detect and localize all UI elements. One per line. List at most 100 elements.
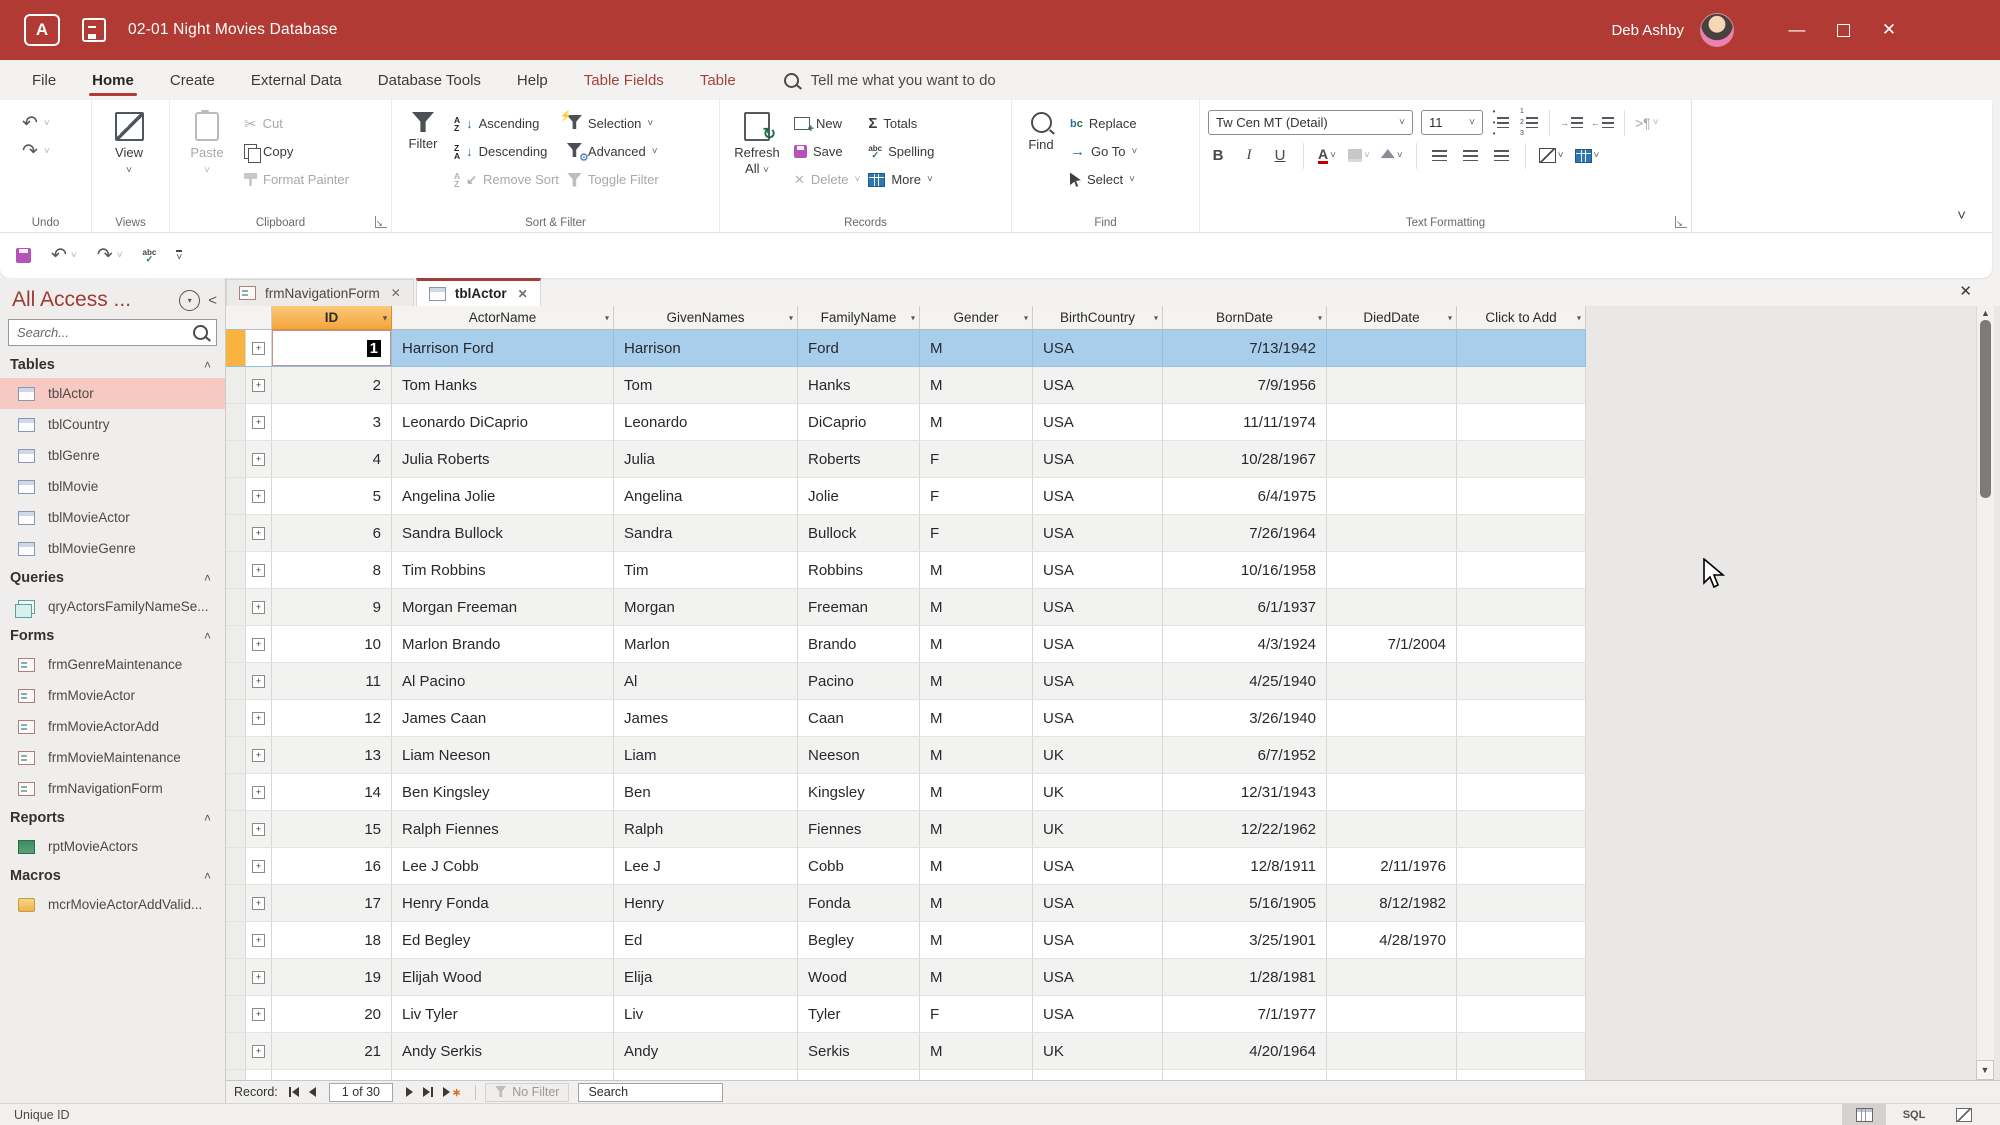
record-selector[interactable] [226,922,246,958]
cell-GivenNames[interactable]: Morgan [614,589,798,625]
cell-DiedDate[interactable] [1327,589,1457,625]
gridlines-button[interactable]: ˅ [1539,145,1564,167]
cell-DiedDate[interactable] [1327,959,1457,995]
scroll-up-icon[interactable]: ▲ [1977,308,1994,318]
cell-ID[interactable]: 20 [272,996,392,1032]
sidebar-item-frmGenreMaintenance[interactable]: frmGenreMaintenance [0,649,225,680]
record-selector[interactable] [226,885,246,921]
table-row[interactable]: +19Elijah WoodElijaWoodMUSA1/28/1981 [226,959,1586,996]
expand-record-cell[interactable]: + [246,811,272,847]
expand-record-cell[interactable]: + [246,552,272,588]
cell-ID[interactable]: 18 [272,922,392,958]
expand-record-icon[interactable]: + [252,675,265,688]
cell-Gender[interactable]: M [920,848,1033,884]
cell-BirthCountry[interactable]: UK [1033,774,1163,810]
cell-ID[interactable]: 12 [272,700,392,736]
cell-BornDate[interactable]: 7/1/1977 [1163,996,1327,1032]
qat-customize-button[interactable]: ˅ [176,250,182,262]
cell-ActorName[interactable]: Ben Kingsley [392,774,614,810]
cell-BornDate[interactable]: 10/28/1967 [1163,441,1327,477]
cell-ID[interactable]: 21 [272,1033,392,1069]
cell-BirthCountry[interactable]: USA [1033,441,1163,477]
cell-Click-to-Add[interactable] [1457,774,1586,810]
column-dropdown-icon[interactable]: ▾ [605,313,609,322]
cell-BornDate[interactable]: 1/28/1981 [1163,959,1327,995]
cell-BirthCountry[interactable]: UK [1033,737,1163,773]
cell-BirthCountry[interactable]: USA [1033,959,1163,995]
tab-file[interactable]: File [14,60,74,100]
cell-BirthCountry[interactable]: USA [1033,996,1163,1032]
cell-Gender[interactable]: M [920,626,1033,662]
cell-ID[interactable]: 17 [272,885,392,921]
sidebar-item-frmMovieMaintenance[interactable]: frmMovieMaintenance [0,742,225,773]
cell-BirthCountry[interactable]: USA [1033,922,1163,958]
expand-record-cell[interactable]: + [246,515,272,551]
expand-record-icon[interactable]: + [252,823,265,836]
titlebar-save-icon[interactable] [82,18,106,42]
cut-button[interactable]: ✂Cut [244,110,349,137]
cell-ActorName[interactable]: Viggo Mortensen [392,1070,614,1080]
cell-ID[interactable]: 14 [272,774,392,810]
sidebar-item-qryActorsFamilyNameSe[interactable]: qryActorsFamilyNameSe... [0,591,225,622]
cell-BornDate[interactable]: 4/25/1940 [1163,663,1327,699]
previous-record-button[interactable] [304,1087,321,1097]
expand-record-icon[interactable]: + [252,416,265,429]
expand-record-icon[interactable]: + [252,342,265,355]
column-header-FamilyName[interactable]: FamilyName▾ [798,306,920,330]
cell-Click-to-Add[interactable] [1457,663,1586,699]
cell-ActorName[interactable]: Liv Tyler [392,996,614,1032]
expand-record-cell[interactable]: + [246,589,272,625]
totals-button[interactable]: ΣTotals [868,110,934,137]
table-row[interactable]: +17Henry FondaHenryFondaMUSA5/16/19058/1… [226,885,1586,922]
table-row[interactable]: +20Liv TylerLivTylerFUSA7/1/1977 [226,996,1586,1033]
expand-record-cell[interactable]: + [246,626,272,662]
cell-Click-to-Add[interactable] [1457,367,1586,403]
record-selector[interactable] [226,1070,246,1080]
record-selector[interactable] [226,737,246,773]
cell-FamilyName[interactable]: Tyler [798,996,920,1032]
cell-Click-to-Add[interactable] [1457,626,1586,662]
column-header-Gender[interactable]: Gender▾ [920,306,1033,330]
bullets-button[interactable]: ••• [1491,112,1511,134]
cell-GivenNames[interactable]: Leonardo [614,404,798,440]
cell-BirthCountry[interactable]: USA [1033,404,1163,440]
cell-ActorName[interactable]: Henry Fonda [392,885,614,921]
doc-tab-frmNavigationForm[interactable]: frmNavigationForm✕ [226,279,414,306]
view-button[interactable]: View ˅ [100,106,158,178]
record-selector[interactable] [226,552,246,588]
column-dropdown-icon[interactable]: ▾ [911,313,915,322]
cell-ActorName[interactable]: Harrison Ford [392,330,614,366]
cell-BirthCountry[interactable]: USA [1033,1070,1163,1080]
expand-record-cell[interactable]: + [246,737,272,773]
cell-BornDate[interactable]: 12/8/1911 [1163,848,1327,884]
find-button[interactable]: Find [1020,106,1062,153]
sidebar-item-tblGenre[interactable]: tblGenre [0,440,225,471]
expand-record-cell[interactable]: + [246,663,272,699]
text-formatting-dialog-launcher[interactable]: ↘ [1675,216,1687,228]
record-selector[interactable] [226,589,246,625]
cell-GivenNames[interactable]: Sandra [614,515,798,551]
paste-button[interactable]: Paste ˅ [178,106,236,178]
sidebar-item-rptMovieActors[interactable]: rptMovieActors [0,831,225,862]
font-name-select[interactable]: Tw Cen MT (Detail)˅ [1208,110,1413,135]
last-record-button[interactable] [418,1087,438,1097]
cell-GivenNames[interactable]: Liv [614,996,798,1032]
sidebar-item-frmMovieActorAdd[interactable]: frmMovieActorAdd [0,711,225,742]
expand-record-icon[interactable]: + [252,749,265,762]
cell-DiedDate[interactable]: 8/12/1982 [1327,885,1457,921]
cell-BornDate[interactable]: 6/4/1975 [1163,478,1327,514]
cell-Click-to-Add[interactable] [1457,1070,1586,1080]
avatar[interactable] [1700,13,1734,47]
cell-Gender[interactable]: F [920,515,1033,551]
vertical-scrollbar[interactable]: ▲ ▼ [1976,306,1994,1080]
column-header-ActorName[interactable]: ActorName▾ [392,306,614,330]
cell-GivenNames[interactable]: Harrison [614,330,798,366]
expand-record-cell[interactable]: + [246,959,272,995]
save-record-button[interactable]: Save [794,138,860,165]
nav-section-tables[interactable]: Tables˄ [0,351,225,378]
record-selector[interactable] [226,700,246,736]
cell-DiedDate[interactable] [1327,737,1457,773]
cell-ActorName[interactable]: Angelina Jolie [392,478,614,514]
record-selector[interactable] [226,959,246,995]
tab-table-fields[interactable]: Table Fields [566,60,682,100]
